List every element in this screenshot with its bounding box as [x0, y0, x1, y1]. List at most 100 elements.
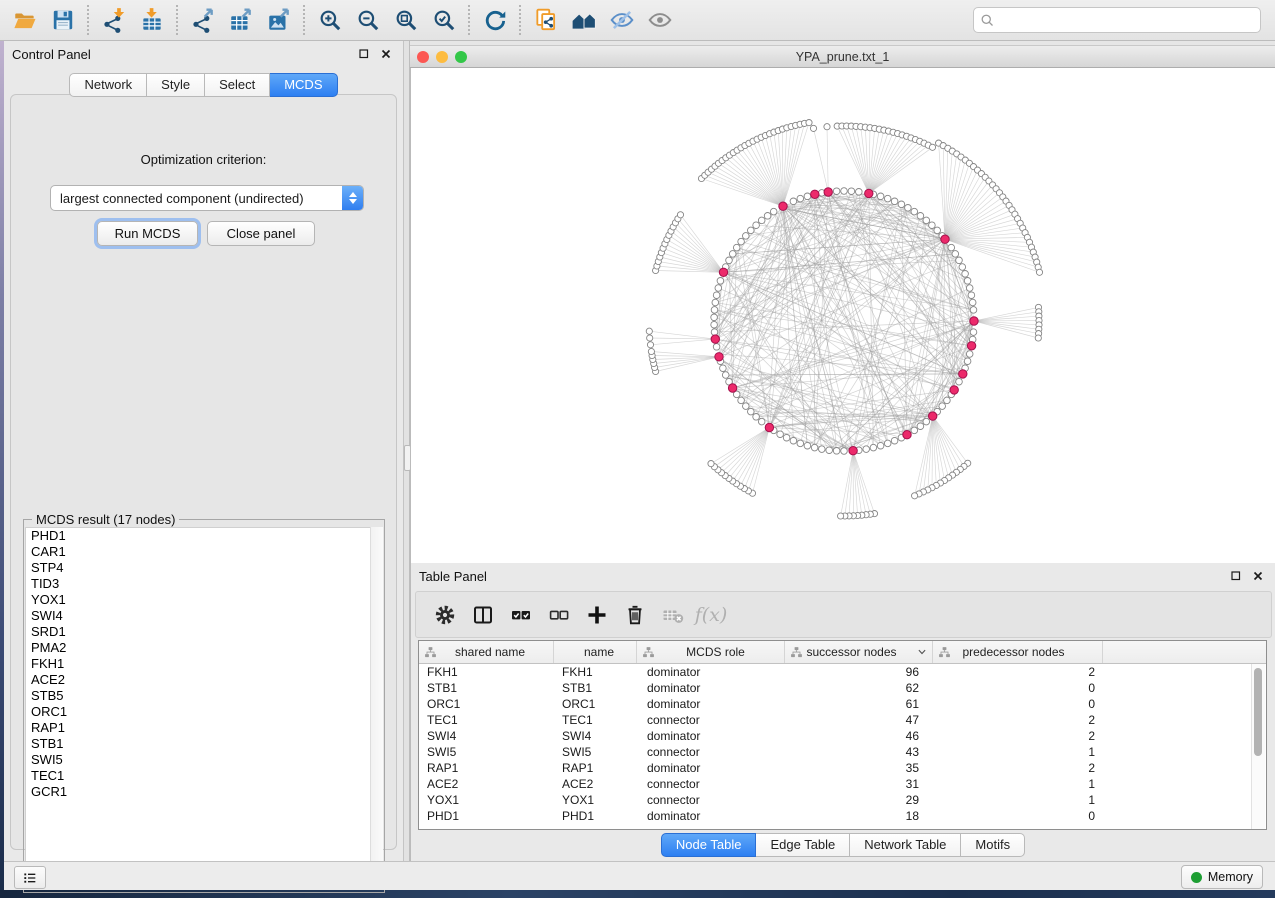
- table-cell[interactable]: 1: [933, 744, 1103, 760]
- table-cell[interactable]: 43: [785, 744, 933, 760]
- table-cell[interactable]: dominator: [637, 696, 785, 712]
- mcds-result-item[interactable]: TID3: [26, 576, 382, 592]
- table-cell[interactable]: ACE2: [554, 776, 637, 792]
- table-cell[interactable]: 2: [933, 712, 1103, 728]
- show-all-button[interactable]: [565, 3, 603, 37]
- mcds-result-item[interactable]: PHD1: [26, 528, 382, 544]
- tab-network-table[interactable]: Network Table: [850, 833, 961, 857]
- table-cell[interactable]: dominator: [637, 760, 785, 776]
- mcds-result-item[interactable]: GCR1: [26, 784, 382, 800]
- table-cell[interactable]: 46: [785, 728, 933, 744]
- table-cell[interactable]: 35: [785, 760, 933, 776]
- memory-button[interactable]: Memory: [1181, 865, 1263, 889]
- mcds-result-item[interactable]: RAP1: [26, 720, 382, 736]
- table-cell[interactable]: SWI4: [419, 728, 554, 744]
- optimization-criterion-select[interactable]: largest connected component (undirected): [50, 185, 364, 211]
- import-table-button[interactable]: [133, 3, 171, 37]
- search-input[interactable]: [1000, 12, 1254, 29]
- refresh-layout-button[interactable]: [476, 3, 514, 37]
- table-cell[interactable]: 2: [933, 760, 1103, 776]
- table-cell[interactable]: TEC1: [419, 712, 554, 728]
- zoom-fit-button[interactable]: [387, 3, 425, 37]
- mcds-result-item[interactable]: STB1: [26, 736, 382, 752]
- table-cell[interactable]: SWI5: [554, 744, 637, 760]
- table-cell[interactable]: connector: [637, 792, 785, 808]
- chevron-down-icon[interactable]: [917, 647, 927, 657]
- table-row[interactable]: ACE2ACE2connector311: [419, 776, 1266, 792]
- table-cell[interactable]: RAP1: [419, 760, 554, 776]
- tab-network[interactable]: Network: [69, 73, 147, 97]
- settings-gear-button[interactable]: [426, 597, 464, 633]
- table-cell[interactable]: 0: [933, 696, 1103, 712]
- add-button[interactable]: [578, 597, 616, 633]
- mcds-result-item[interactable]: FKH1: [26, 656, 382, 672]
- run-mcds-button[interactable]: Run MCDS: [97, 221, 198, 246]
- open-session-button[interactable]: [6, 3, 44, 37]
- table-cell[interactable]: 0: [933, 808, 1103, 824]
- table-cell[interactable]: FKH1: [554, 664, 637, 680]
- column-layout-button[interactable]: [464, 597, 502, 633]
- mcds-result-item[interactable]: CAR1: [26, 544, 382, 560]
- scrollbar-thumb[interactable]: [1254, 668, 1262, 756]
- mcds-result-item[interactable]: SWI5: [26, 752, 382, 768]
- table-cell[interactable]: STB1: [419, 680, 554, 696]
- mcds-result-item[interactable]: ACE2: [26, 672, 382, 688]
- search-box[interactable]: [973, 7, 1261, 33]
- hide-selected-button[interactable]: [603, 3, 641, 37]
- mcds-result-item[interactable]: STP4: [26, 560, 382, 576]
- table-cell[interactable]: RAP1: [554, 760, 637, 776]
- table-cell[interactable]: FKH1: [419, 664, 554, 680]
- table-cell[interactable]: SWI5: [419, 744, 554, 760]
- table-cell[interactable]: YOX1: [554, 792, 637, 808]
- table-row[interactable]: PHD1PHD1dominator180: [419, 808, 1266, 824]
- mcds-result-item[interactable]: TEC1: [26, 768, 382, 784]
- table-cell[interactable]: ACE2: [419, 776, 554, 792]
- table-cell[interactable]: 61: [785, 696, 933, 712]
- tab-style[interactable]: Style: [147, 73, 205, 97]
- table-cell[interactable]: 47: [785, 712, 933, 728]
- table-cell[interactable]: TEC1: [554, 712, 637, 728]
- table-row[interactable]: RAP1RAP1dominator352: [419, 760, 1266, 776]
- mcds-result-item[interactable]: STB5: [26, 688, 382, 704]
- table-cell[interactable]: dominator: [637, 680, 785, 696]
- column-header-name[interactable]: name: [554, 641, 637, 663]
- zoom-in-button[interactable]: [311, 3, 349, 37]
- mcds-result-item[interactable]: PMA2: [26, 640, 382, 656]
- table-row[interactable]: YOX1YOX1connector291: [419, 792, 1266, 808]
- table-cell[interactable]: 1: [933, 776, 1103, 792]
- export-network-button[interactable]: [184, 3, 222, 37]
- table-cell[interactable]: 0: [933, 680, 1103, 696]
- table-scrollbar[interactable]: [1251, 664, 1265, 829]
- mcds-result-item[interactable]: SWI4: [26, 608, 382, 624]
- close-panel-button[interactable]: [377, 45, 395, 63]
- deselect-all-checks-button[interactable]: [540, 597, 578, 633]
- new-network-from-selection-button[interactable]: [527, 3, 565, 37]
- table-row[interactable]: SWI5SWI5connector431: [419, 744, 1266, 760]
- table-cell[interactable]: connector: [637, 712, 785, 728]
- select-all-checks-button[interactable]: [502, 597, 540, 633]
- table-cell[interactable]: dominator: [637, 728, 785, 744]
- tab-node-table[interactable]: Node Table: [661, 833, 757, 857]
- save-session-button[interactable]: [44, 3, 82, 37]
- table-row[interactable]: TEC1TEC1connector472: [419, 712, 1266, 728]
- table-cell[interactable]: YOX1: [419, 792, 554, 808]
- panel-menu-button[interactable]: [14, 866, 46, 889]
- table-cell[interactable]: 29: [785, 792, 933, 808]
- table-cell[interactable]: 18: [785, 808, 933, 824]
- table-cell[interactable]: ORC1: [554, 696, 637, 712]
- table-cell[interactable]: 1: [933, 792, 1103, 808]
- table-cell[interactable]: connector: [637, 744, 785, 760]
- export-image-button[interactable]: [260, 3, 298, 37]
- tab-edge-table[interactable]: Edge Table: [756, 833, 850, 857]
- table-cell[interactable]: STB1: [554, 680, 637, 696]
- import-network-button[interactable]: [95, 3, 133, 37]
- mcds-result-item[interactable]: YOX1: [26, 592, 382, 608]
- table-cell[interactable]: PHD1: [419, 808, 554, 824]
- table-cell[interactable]: PHD1: [554, 808, 637, 824]
- table-cell[interactable]: SWI4: [554, 728, 637, 744]
- mcds-result-item[interactable]: ORC1: [26, 704, 382, 720]
- zoom-selected-button[interactable]: [425, 3, 463, 37]
- table-row[interactable]: FKH1FKH1dominator962: [419, 664, 1266, 680]
- table-row[interactable]: STB1STB1dominator620: [419, 680, 1266, 696]
- vertical-splitter[interactable]: [403, 41, 410, 861]
